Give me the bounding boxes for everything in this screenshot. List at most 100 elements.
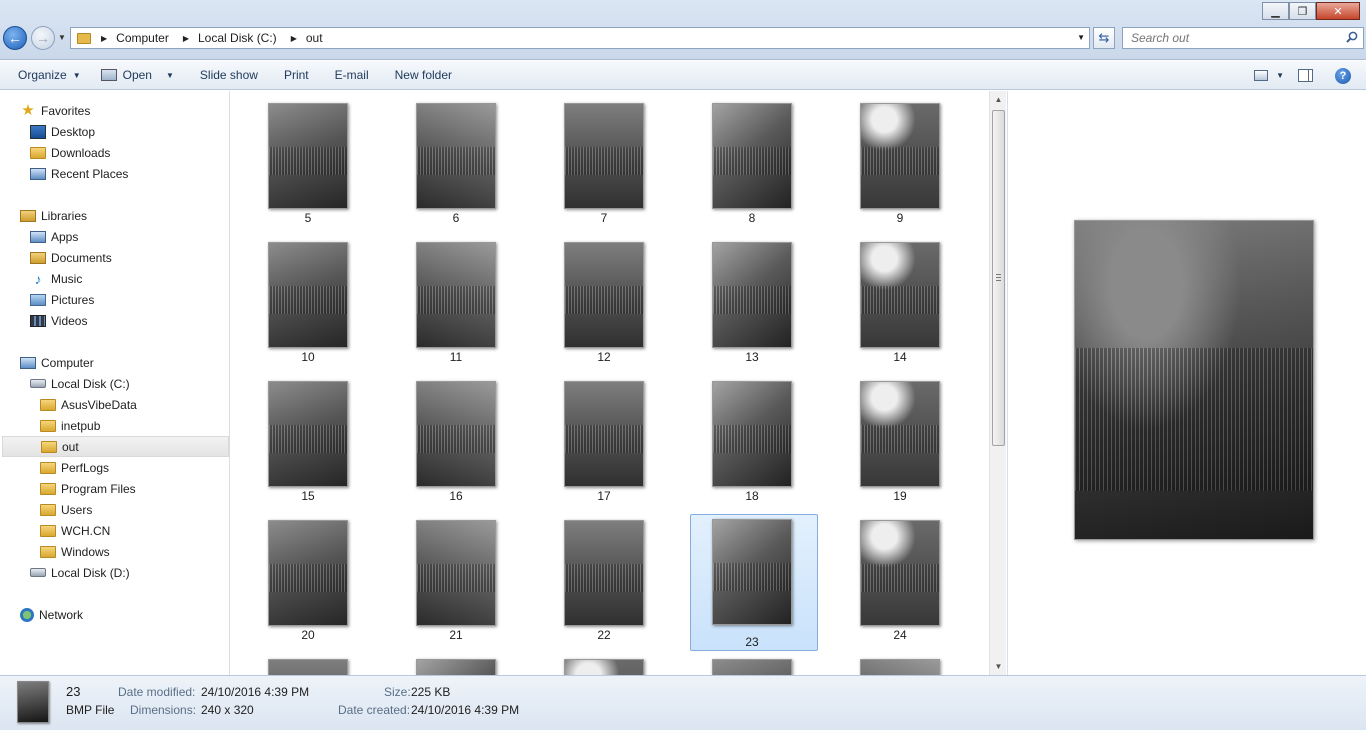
file-thumbnail[interactable] <box>860 381 940 487</box>
file-name-label[interactable]: 14 <box>860 350 940 364</box>
scroll-thumb[interactable] <box>992 110 1005 446</box>
change-view-icon[interactable] <box>1254 70 1269 81</box>
file-thumbnail[interactable] <box>268 242 348 348</box>
file-thumbnail[interactable] <box>860 242 940 348</box>
file-thumbnail[interactable] <box>712 381 792 487</box>
nav-folder[interactable]: Windows <box>40 541 110 562</box>
search-box[interactable] <box>1122 27 1364 49</box>
search-input[interactable] <box>1123 28 1333 48</box>
nav-item-local-disk-d[interactable]: Local Disk (D:) <box>30 562 130 583</box>
nav-folder-selected[interactable]: out <box>2 436 229 457</box>
file-name-label[interactable]: 16 <box>416 489 496 503</box>
nav-item-local-disk-c[interactable]: Local Disk (C:) <box>30 373 130 394</box>
file-thumbnail[interactable] <box>860 659 940 675</box>
file-thumbnail[interactable] <box>268 103 348 209</box>
nav-item-music[interactable]: ♪ Music <box>30 268 83 289</box>
nav-folder[interactable]: inetpub <box>40 415 100 436</box>
file-thumbnail[interactable] <box>712 519 792 625</box>
file-thumbnail[interactable] <box>416 659 496 675</box>
file-tile[interactable]: 21 <box>379 508 507 644</box>
file-tile[interactable]: 13 <box>675 230 803 366</box>
nav-favorites[interactable]: ★ Favorites <box>20 100 90 121</box>
nav-folder[interactable]: WCH.CN <box>40 520 110 541</box>
file-thumbnail[interactable] <box>860 520 940 626</box>
file-tile[interactable]: 12 <box>527 230 655 366</box>
chevron-down-icon[interactable]: ▼ <box>166 71 174 80</box>
file-thumbnail[interactable] <box>712 242 792 348</box>
file-name-label[interactable]: 17 <box>564 489 644 503</box>
close-button[interactable]: ✕ <box>1316 2 1360 20</box>
chevron-down-icon[interactable]: ▼ <box>1276 71 1284 80</box>
file-name-label[interactable]: 7 <box>564 211 644 225</box>
minimize-button[interactable]: ▁ <box>1262 2 1289 20</box>
help-icon[interactable]: ? <box>1335 67 1351 84</box>
file-name-label[interactable]: 22 <box>564 628 644 642</box>
file-name-label[interactable]: 19 <box>860 489 940 503</box>
preview-pane-icon[interactable] <box>1298 69 1313 82</box>
new-folder-button[interactable]: New folder <box>379 63 462 87</box>
nav-libraries[interactable]: Libraries <box>20 205 87 226</box>
file-name-label[interactable]: 10 <box>268 350 348 364</box>
file-name-label[interactable]: 8 <box>712 211 792 225</box>
file-tile[interactable]: 15 <box>231 369 359 505</box>
print-button[interactable]: Print <box>268 63 319 87</box>
file-tile[interactable]: 9 <box>823 91 951 227</box>
back-button[interactable]: ← <box>3 26 27 50</box>
file-tile[interactable]: 7 <box>527 91 655 227</box>
nav-item-pictures[interactable]: Pictures <box>30 289 94 310</box>
file-thumbnail[interactable] <box>268 659 348 675</box>
file-name-label[interactable]: 9 <box>860 211 940 225</box>
nav-item-documents[interactable]: Documents <box>30 247 112 268</box>
file-tile[interactable]: 24 <box>823 508 951 644</box>
file-tile[interactable]: 18 <box>675 369 803 505</box>
breadcrumb-computer[interactable]: Computer <box>116 31 169 45</box>
chevron-right-icon[interactable]: ▶ <box>183 34 189 43</box>
file-thumbnail[interactable] <box>268 520 348 626</box>
file-tile[interactable]: 22 <box>527 508 655 644</box>
nav-computer[interactable]: Computer <box>20 352 94 373</box>
nav-folder[interactable]: PerfLogs <box>40 457 109 478</box>
file-name-label[interactable]: 21 <box>416 628 496 642</box>
file-tile[interactable]: 16 <box>379 369 507 505</box>
file-name-label[interactable]: 5 <box>268 211 348 225</box>
nav-item-apps[interactable]: Apps <box>30 226 78 247</box>
file-thumbnail[interactable] <box>268 381 348 487</box>
address-history-dropdown[interactable]: ▼ <box>1077 33 1085 42</box>
file-thumbnail[interactable] <box>564 381 644 487</box>
file-name-label[interactable]: 15 <box>268 489 348 503</box>
file-thumbnail[interactable] <box>416 381 496 487</box>
file-thumbnail[interactable] <box>860 103 940 209</box>
open-button[interactable]: Open ▼ <box>91 63 184 87</box>
breadcrumb-out[interactable]: out <box>306 31 323 45</box>
file-name-label[interactable]: 12 <box>564 350 644 364</box>
file-name-label[interactable]: 24 <box>860 628 940 642</box>
scroll-up-arrow[interactable]: ▲ <box>990 91 1007 108</box>
slide-show-button[interactable]: Slide show <box>184 63 268 87</box>
file-tile[interactable]: 6 <box>379 91 507 227</box>
breadcrumb-local-disk-c[interactable]: Local Disk (C:) <box>198 31 277 45</box>
refresh-button[interactable]: ⇆ <box>1093 27 1115 49</box>
nav-network[interactable]: Network <box>20 604 83 625</box>
nav-item-downloads[interactable]: Downloads <box>30 142 110 163</box>
email-button[interactable]: E-mail <box>319 63 379 87</box>
forward-button[interactable]: → <box>31 26 55 50</box>
nav-item-videos[interactable]: Videos <box>30 310 87 331</box>
file-tile[interactable]: 5 <box>231 91 359 227</box>
file-thumbnail[interactable] <box>712 103 792 209</box>
file-name-label[interactable]: 13 <box>712 350 792 364</box>
nav-folder[interactable]: Users <box>40 499 92 520</box>
scroll-down-arrow[interactable]: ▼ <box>990 658 1007 675</box>
file-tile[interactable]: 19 <box>823 369 951 505</box>
file-thumbnail[interactable] <box>564 103 644 209</box>
file-thumbnail[interactable] <box>712 659 792 675</box>
file-thumbnail[interactable] <box>564 242 644 348</box>
file-tile[interactable]: 10 <box>231 230 359 366</box>
search-icon[interactable] <box>1346 31 1358 43</box>
file-name-label[interactable]: 20 <box>268 628 348 642</box>
address-bar[interactable]: ▶ Computer ▶ Local Disk (C:) ▶ out ▼ <box>70 27 1090 49</box>
maximize-button[interactable]: ❐ <box>1289 2 1316 20</box>
file-name-label[interactable]: 23 <box>712 635 792 649</box>
file-tile[interactable]: 17 <box>527 369 655 505</box>
file-name-label[interactable]: 6 <box>416 211 496 225</box>
file-tile[interactable]: 20 <box>231 508 359 644</box>
